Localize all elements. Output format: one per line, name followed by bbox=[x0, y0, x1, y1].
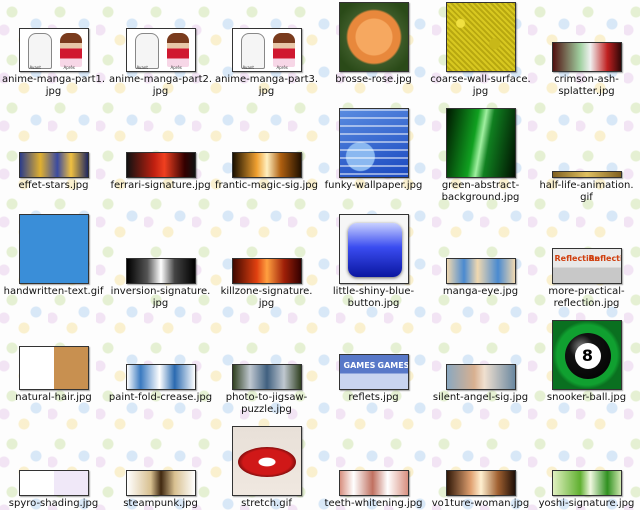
image-thumbnail[interactable]: GAMES GAMES bbox=[338, 354, 409, 390]
file-name-label[interactable]: little-shiny-blue- button.jpg bbox=[320, 286, 427, 310]
file-item[interactable]: frantic-magic-sig.jpg bbox=[213, 106, 320, 206]
file-name-label[interactable]: anime-manga-part2. jpg bbox=[107, 74, 214, 98]
file-item[interactable]: manga-eye.jpg bbox=[427, 212, 534, 312]
file-name-label[interactable]: anime-manga-part1. jpg bbox=[0, 74, 107, 98]
file-name-label[interactable]: vo1ture-woman.jpg bbox=[427, 498, 534, 510]
file-item[interactable]: green-abstract- background.jpg bbox=[427, 106, 534, 206]
image-thumbnail[interactable] bbox=[445, 364, 516, 390]
file-item[interactable]: killzone-signature. jpg bbox=[213, 212, 320, 312]
file-name-label[interactable]: yoshi-signature.jpg bbox=[533, 498, 640, 510]
file-item[interactable]: funky-wallpaper.jpg bbox=[320, 106, 427, 206]
image-thumbnail[interactable] bbox=[18, 214, 89, 284]
file-name-label[interactable]: killzone-signature. jpg bbox=[213, 286, 320, 310]
file-name-label[interactable]: silent-angel-sig.jpg bbox=[427, 392, 534, 404]
file-item[interactable]: brosse-rose.jpg bbox=[320, 0, 427, 100]
image-thumbnail[interactable] bbox=[18, 152, 89, 178]
image-thumbnail[interactable] bbox=[231, 426, 302, 496]
image-thumbnail[interactable] bbox=[125, 470, 196, 496]
file-item[interactable]: Reflection Reflection more-practical- re… bbox=[533, 212, 640, 312]
file-item[interactable]: little-shiny-blue- button.jpg bbox=[320, 212, 427, 312]
image-thumbnail[interactable] bbox=[338, 470, 409, 496]
image-thumbnail[interactable] bbox=[125, 258, 196, 284]
file-name-label[interactable]: crimson-ash- splatter.jpg bbox=[533, 74, 640, 98]
file-name-label[interactable]: half-life-animation. gif bbox=[533, 180, 640, 204]
image-thumbnail[interactable] bbox=[445, 470, 516, 496]
file-item[interactable]: inversion-signature. jpg bbox=[107, 212, 214, 312]
file-item[interactable]: natural-hair.jpg bbox=[0, 318, 107, 418]
file-name-label[interactable]: brosse-rose.jpg bbox=[320, 74, 427, 86]
image-thumbnail[interactable] bbox=[338, 2, 409, 72]
file-name-label[interactable]: effet-stars.jpg bbox=[0, 180, 107, 192]
file-item[interactable]: Avant Après anime-manga-part3. jpg bbox=[213, 0, 320, 100]
file-name-label[interactable]: paint-fold-crease.jpg bbox=[107, 392, 214, 404]
file-name-label[interactable]: green-abstract- background.jpg bbox=[427, 180, 534, 204]
file-name-label[interactable]: spyro-shading.jpg bbox=[0, 498, 107, 510]
file-item[interactable]: paint-fold-crease.jpg bbox=[107, 318, 214, 418]
file-item[interactable]: crimson-ash- splatter.jpg bbox=[533, 0, 640, 100]
image-thumbnail[interactable] bbox=[445, 108, 516, 178]
file-item[interactable]: coarse-wall-surface. jpg bbox=[427, 0, 534, 100]
file-item[interactable]: yoshi-signature.jpg bbox=[533, 424, 640, 509]
image-thumbnail[interactable]: Avant Après bbox=[18, 28, 89, 72]
image-thumbnail[interactable] bbox=[231, 152, 302, 178]
file-item[interactable]: stretch.gif bbox=[213, 424, 320, 509]
file-item[interactable]: effet-stars.jpg bbox=[0, 106, 107, 206]
image-thumbnail[interactable] bbox=[445, 2, 516, 72]
file-item[interactable]: 8 snooker-ball.jpg bbox=[533, 318, 640, 418]
image-thumbnail[interactable] bbox=[338, 214, 409, 284]
image-thumbnail[interactable]: Reflection Reflection bbox=[551, 248, 622, 284]
file-item[interactable]: ferrari-signature.jpg bbox=[107, 106, 214, 206]
image-thumbnail[interactable] bbox=[338, 108, 409, 178]
file-item[interactable]: Avant Après anime-manga-part2. jpg bbox=[107, 0, 214, 100]
file-item[interactable]: photo-to-jigsaw- puzzle.jpg bbox=[213, 318, 320, 418]
file-item[interactable]: half-life-animation. gif bbox=[533, 106, 640, 206]
image-thumbnail[interactable] bbox=[125, 152, 196, 178]
file-item[interactable]: spyro-shading.jpg bbox=[0, 424, 107, 509]
file-item[interactable]: GAMES GAMES reflets.jpg bbox=[320, 318, 427, 418]
file-item[interactable]: silent-angel-sig.jpg bbox=[427, 318, 534, 418]
file-item[interactable]: vo1ture-woman.jpg bbox=[427, 424, 534, 509]
image-thumbnail[interactable] bbox=[18, 470, 89, 496]
image-thumbnail[interactable] bbox=[231, 364, 302, 390]
file-name-label[interactable]: more-practical- reflection.jpg bbox=[533, 286, 640, 310]
file-name-label[interactable]: photo-to-jigsaw- puzzle.jpg bbox=[213, 392, 320, 416]
file-name-label[interactable]: stretch.gif bbox=[213, 498, 320, 510]
image-thumbnail[interactable] bbox=[551, 171, 622, 178]
file-name-label[interactable]: handwritten-text.gif bbox=[0, 286, 107, 298]
file-name-label[interactable]: funky-wallpaper.jpg bbox=[320, 180, 427, 192]
image-thumbnail[interactable]: Avant Après bbox=[231, 28, 302, 72]
file-item[interactable]: steampunk.jpg bbox=[107, 424, 214, 509]
file-icon-grid: Avant Après anime-manga-part1. jpg Avant… bbox=[0, 0, 640, 509]
image-thumbnail[interactable] bbox=[551, 42, 622, 72]
image-thumbnail[interactable]: 8 bbox=[551, 320, 622, 390]
file-name-label[interactable]: manga-eye.jpg bbox=[427, 286, 534, 298]
file-name-label[interactable]: reflets.jpg bbox=[320, 392, 427, 404]
file-item[interactable]: Avant Après anime-manga-part1. jpg bbox=[0, 0, 107, 100]
image-thumbnail[interactable] bbox=[551, 470, 622, 496]
file-name-label[interactable]: steampunk.jpg bbox=[107, 498, 214, 510]
file-name-label[interactable]: anime-manga-part3. jpg bbox=[213, 74, 320, 98]
file-name-label[interactable]: teeth-whitening.jpg bbox=[320, 498, 427, 510]
image-thumbnail[interactable]: Avant Après bbox=[125, 28, 196, 72]
file-name-label[interactable]: natural-hair.jpg bbox=[0, 392, 107, 404]
file-name-label[interactable]: inversion-signature. jpg bbox=[107, 286, 214, 310]
file-name-label[interactable]: ferrari-signature.jpg bbox=[107, 180, 214, 192]
file-item[interactable]: teeth-whitening.jpg bbox=[320, 424, 427, 509]
image-thumbnail[interactable] bbox=[125, 364, 196, 390]
file-name-label[interactable]: snooker-ball.jpg bbox=[533, 392, 640, 404]
file-name-label[interactable]: coarse-wall-surface. jpg bbox=[427, 74, 534, 98]
image-thumbnail[interactable] bbox=[445, 258, 516, 284]
file-item[interactable]: handwritten-text.gif bbox=[0, 212, 107, 312]
image-thumbnail[interactable] bbox=[18, 346, 89, 390]
file-name-label[interactable]: frantic-magic-sig.jpg bbox=[213, 180, 320, 192]
image-thumbnail[interactable] bbox=[231, 258, 302, 284]
